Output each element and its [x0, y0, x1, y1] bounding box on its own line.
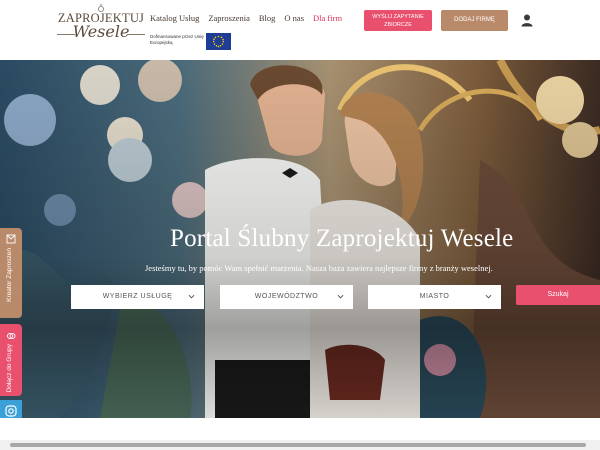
side-tab-join-group-label: Dołącz do Grupy: [6, 344, 13, 393]
horizontal-scrollbar[interactable]: [0, 440, 600, 450]
eu-flag-icon: [206, 33, 231, 50]
region-select-value: WOJEWÓDZTWO: [254, 293, 319, 300]
nav-zaproszenia[interactable]: Zaproszenia: [208, 13, 250, 25]
region-select[interactable]: WOJEWÓDZTWO: [220, 285, 353, 309]
nav-katalog[interactable]: Katalog Usług: [150, 13, 199, 25]
nav-dla-firm[interactable]: Dla firm: [313, 13, 342, 25]
hero-title: Portal Ślubny Zaprojektuj Wesele: [170, 225, 514, 252]
user-icon[interactable]: [520, 13, 534, 27]
city-select[interactable]: MIASTO: [368, 285, 501, 309]
logo-text-bottom: Wesele: [72, 22, 130, 41]
rings-icon: [7, 333, 16, 339]
site-logo[interactable]: ZAPROJEKTUJ Wesele: [55, 4, 147, 44]
instagram-icon: [5, 405, 17, 417]
chevron-down-icon: [337, 294, 344, 299]
add-company-button[interactable]: DODAJ FIRMĘ: [441, 10, 508, 31]
chevron-down-icon: [485, 294, 492, 299]
instagram-link[interactable]: [0, 400, 22, 418]
eu-funding-text: Dofinansowane przez Unię Europejską: [150, 34, 204, 45]
city-select-value: MIASTO: [419, 293, 450, 300]
side-tab-join-group[interactable]: Dołącz do Grupy: [0, 324, 22, 396]
service-select[interactable]: WYBIERZ USŁUGĘ: [71, 285, 204, 309]
chevron-down-icon: [188, 294, 195, 299]
service-select-value: WYBIERZ USŁUGĘ: [102, 293, 173, 300]
invitation-icon: [6, 234, 16, 244]
scrollbar-thumb[interactable]: [10, 443, 586, 447]
bulk-inquiry-button[interactable]: WYŚLIJ ZAPYTANIE ZBIORCZE: [364, 10, 432, 31]
nav-blog[interactable]: Blog: [259, 13, 276, 25]
main-nav: Katalog Usług Zaproszenia Blog O nas Dla…: [150, 13, 342, 25]
hero-subtitle: Jesteśmy tu, by pomóc Wam spełnić marzen…: [145, 263, 493, 273]
side-tab-invitation-creator[interactable]: Kreator Zaproszeń: [0, 228, 22, 318]
site-header: ZAPROJEKTUJ Wesele Katalog Usług Zaprosz…: [0, 0, 600, 60]
side-tab-invitation-label: Kreator Zaproszeń: [6, 248, 13, 302]
logo-divider-right: [127, 34, 145, 35]
search-button[interactable]: Szukaj: [516, 285, 600, 305]
nav-o-nas[interactable]: O nas: [284, 13, 304, 25]
